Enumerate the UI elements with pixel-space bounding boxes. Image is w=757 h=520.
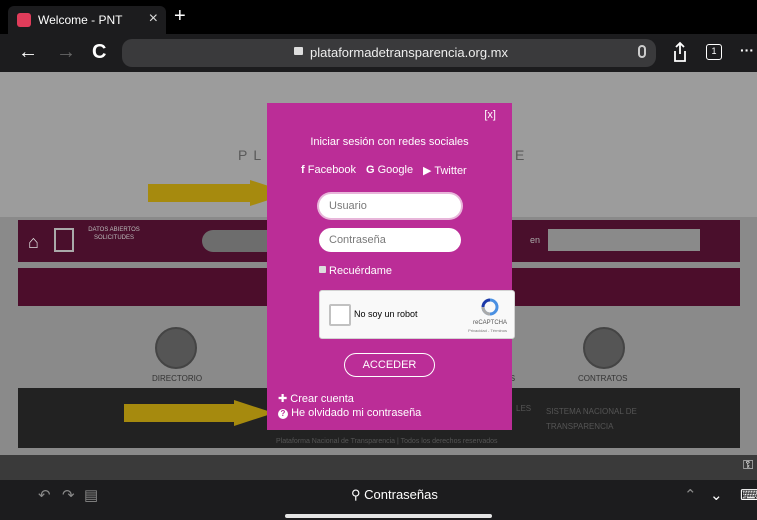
login-submit-button[interactable]: ACCEDER xyxy=(344,353,435,377)
twitter-login-link[interactable]: ▶ Twitter xyxy=(423,164,467,177)
key-icon[interactable]: ⚿ xyxy=(743,457,753,473)
undo-icon[interactable]: ↶ xyxy=(38,486,51,504)
home-indicator xyxy=(285,514,492,518)
footer-text-les: LES xyxy=(516,404,532,413)
key-icon: ⚲ xyxy=(351,487,361,502)
password-input[interactable]: Contraseña xyxy=(319,228,461,252)
next-field-icon[interactable]: ⌄ xyxy=(710,486,723,504)
twitter-icon: ▶ xyxy=(423,165,432,177)
tab-bar: Welcome - PNT × + xyxy=(0,0,757,34)
redo-icon[interactable]: ↷ xyxy=(62,486,75,504)
browser-tab[interactable]: Welcome - PNT × xyxy=(8,6,166,34)
previous-field-icon[interactable]: ⌃ xyxy=(684,486,697,504)
icon-label-directorio: DIRECTORIO xyxy=(152,374,203,383)
search-in-label: en xyxy=(530,235,541,245)
footer-sistema-nacional[interactable]: SISTEMA NACIONAL DE TRANSPARENCIA xyxy=(546,404,656,434)
question-icon: ? xyxy=(278,409,288,419)
annotation-arrow-lower xyxy=(124,400,274,426)
hero-text-left: PL xyxy=(238,147,268,163)
google-icon: G xyxy=(366,164,375,176)
google-login-link[interactable]: G Google xyxy=(366,164,413,176)
share-icon[interactable] xyxy=(672,41,688,63)
recaptcha-logo-icon xyxy=(481,298,499,316)
checkbox-icon[interactable] xyxy=(319,266,326,273)
recaptcha-checkbox[interactable] xyxy=(329,304,351,326)
modal-close-button[interactable]: [x] xyxy=(484,109,496,121)
tab-close-button[interactable]: × xyxy=(149,10,158,28)
recaptcha-widget: No soy un robot reCAPTCHA Privacidad - T… xyxy=(319,290,515,339)
social-login-heading: Iniciar sesión con redes sociales xyxy=(310,136,469,148)
recaptcha-label: No soy un robot xyxy=(354,309,418,319)
reload-button[interactable]: C xyxy=(92,42,106,62)
browser-toolbar: ← → C plataformadetransparencia.org.mx 1… xyxy=(0,34,757,72)
lock-icon xyxy=(294,47,303,55)
microphone-icon[interactable] xyxy=(638,45,646,58)
hero-text-right: E xyxy=(515,147,525,163)
forward-button[interactable]: → xyxy=(56,42,76,62)
back-button[interactable]: ← xyxy=(18,42,38,62)
contracts-icon[interactable] xyxy=(583,327,625,369)
remember-me-label: Recuérdame xyxy=(329,265,392,277)
icon-label-contratos: CONTRATOS xyxy=(578,374,628,383)
passwords-button[interactable]: ⚲ Contraseñas xyxy=(351,487,438,503)
recaptcha-links[interactable]: Privacidad - Términos xyxy=(468,328,507,333)
document-icon xyxy=(54,228,74,252)
url-text: plataformadetransparencia.org.mx xyxy=(310,45,508,60)
recaptcha-brand: reCAPTCHA xyxy=(472,320,507,326)
footer-rights: Plataforma Nacional de Transparencia | T… xyxy=(276,438,498,445)
keyboard-icon[interactable]: ⌨ xyxy=(740,486,757,504)
nav-options[interactable]: DATOS ABIERTOS SOLICITUDES xyxy=(84,226,144,242)
login-modal: [x] Iniciar sesión con redes sociales f … xyxy=(267,103,515,430)
remember-me-checkbox[interactable]: Recuérdame xyxy=(319,265,392,277)
address-bar[interactable]: plataformadetransparencia.org.mx xyxy=(122,39,656,67)
plus-icon: ✚ xyxy=(278,393,288,405)
home-icon[interactable]: ⌂ xyxy=(28,232,39,253)
more-menu-button[interactable]: ··· xyxy=(740,42,754,58)
tab-count-button[interactable]: 1 xyxy=(706,44,722,60)
new-tab-button[interactable]: + xyxy=(174,5,186,28)
site-favicon-icon xyxy=(17,13,31,27)
directory-icon[interactable] xyxy=(155,327,197,369)
facebook-icon: f xyxy=(301,164,305,176)
username-input[interactable]: Usuario xyxy=(319,194,461,218)
forgot-password-link[interactable]: ? He olvidado mi contraseña xyxy=(278,407,421,419)
search-scope-select[interactable] xyxy=(548,229,700,251)
tab-title: Welcome - PNT xyxy=(38,13,123,27)
facebook-login-link[interactable]: f Facebook xyxy=(301,164,356,176)
create-account-link[interactable]: ✚ Crear cuenta xyxy=(278,392,354,405)
keyboard-accessory-strip xyxy=(0,455,757,480)
clipboard-icon[interactable]: ▤ xyxy=(84,486,98,504)
